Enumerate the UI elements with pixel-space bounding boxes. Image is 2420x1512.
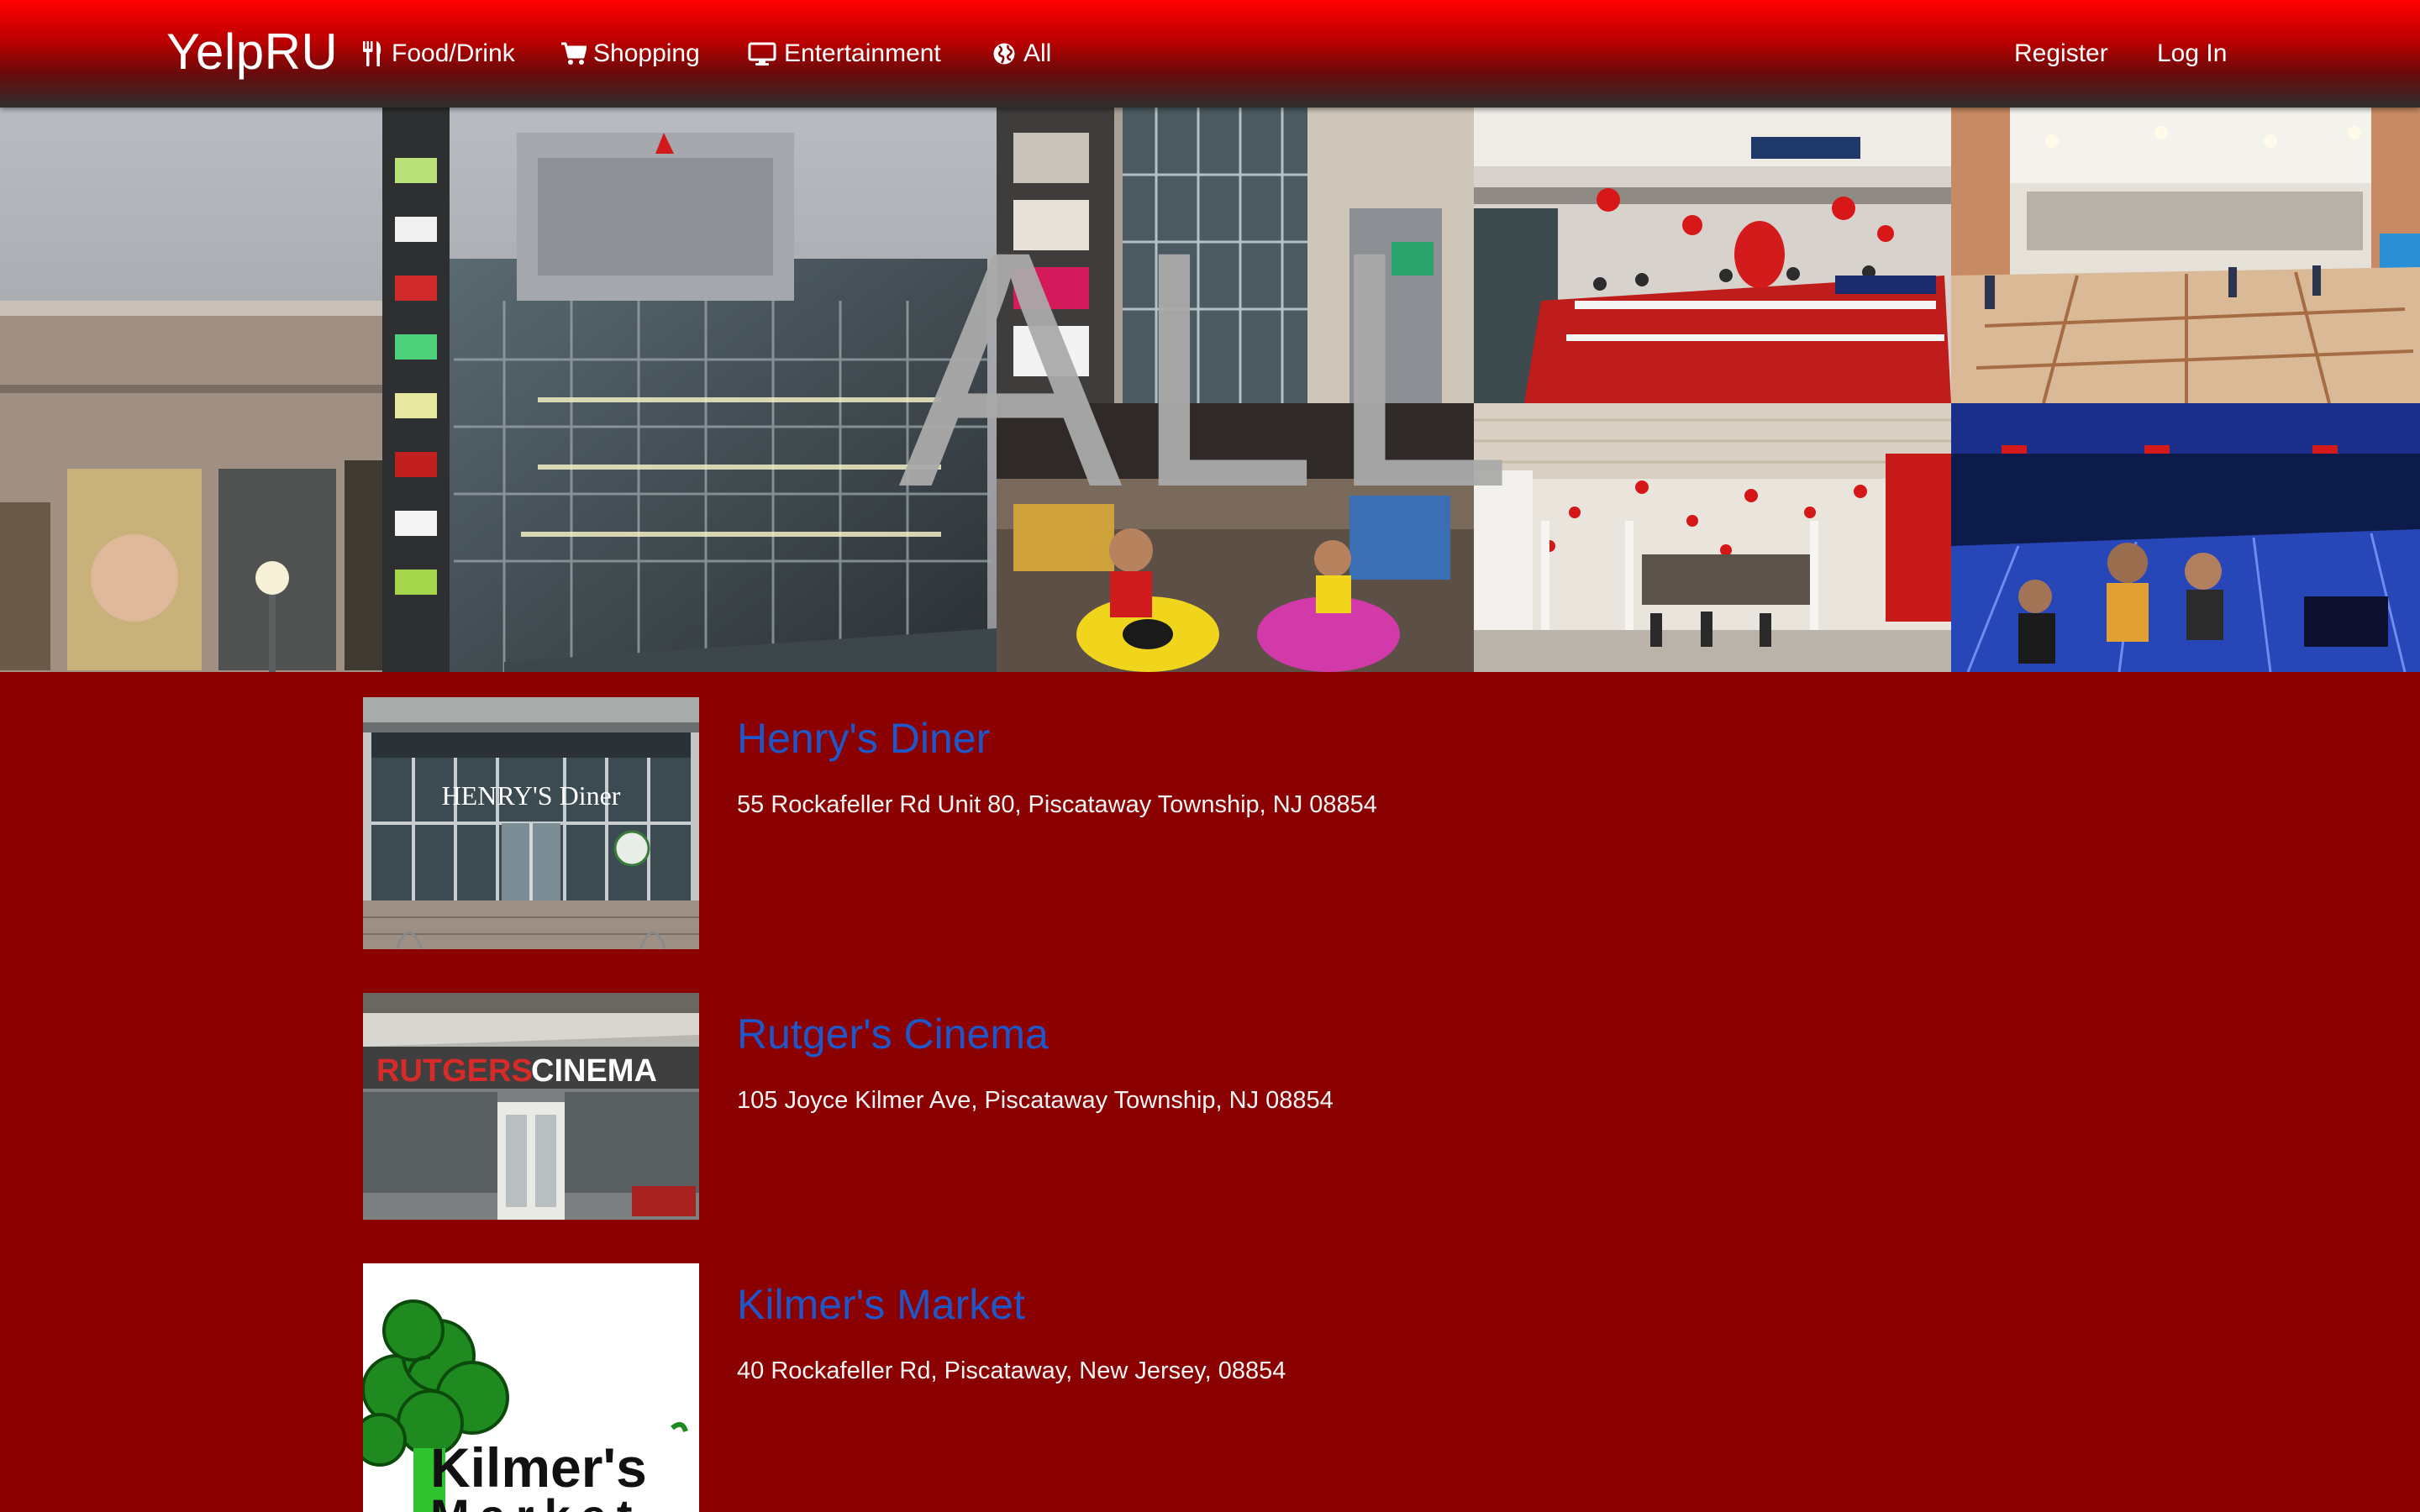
nav-entertainment-label: Entertainment (784, 39, 941, 67)
rutgers-cinema-photo[interactable]: RUTGERS CINEMA (363, 993, 699, 1220)
mall-event-image (1474, 108, 1951, 403)
listing-rutgers-cinema: RUTGERS CINEMA Rutger's Cinema 105 Joyce… (363, 993, 2044, 1220)
henrys-sign-text: HENRY'S Diner (442, 780, 621, 811)
nav-all-label: All (1023, 39, 1052, 67)
mall-hall-image (1474, 403, 1951, 672)
cutlery-icon (360, 41, 385, 66)
listing-henrys-diner: HENRY'S Diner Henry's Diner 55 Rockafell… (363, 697, 2044, 949)
shopping-cart-icon (561, 41, 587, 66)
nav-shopping-label: Shopping (593, 39, 700, 67)
register-link[interactable]: Register (2014, 37, 2108, 71)
nav-entertainment[interactable]: Entertainment (747, 37, 941, 71)
rutgers-sign-red: RUTGERS (376, 1053, 533, 1089)
login-link[interactable]: Log In (2157, 37, 2227, 71)
bowling-alley-image (1951, 403, 2420, 672)
hero-banner (0, 108, 2420, 672)
nav-food-drink[interactable]: Food/Drink (360, 37, 515, 71)
kilmers-market-address: 40 Rockafeller Rd, Piscataway, New Jerse… (737, 1357, 1286, 1384)
kilmers-logo-text-2: Market (430, 1489, 643, 1512)
nav-all[interactable]: All (992, 37, 1051, 71)
top-navbar: YelpRU Food/Drink Shopping Entertainment… (0, 0, 2420, 108)
nav-shopping[interactable]: Shopping (561, 37, 700, 71)
listing-kilmers-market: Kilmer's Market Kilmer's Market 40 Rocka… (363, 1263, 2044, 1512)
brand-logo[interactable]: YelpRU (166, 22, 338, 82)
kilmers-market-logo[interactable]: Kilmer's Market (363, 1263, 699, 1512)
rutgers-cinema-link[interactable]: Rutger's Cinema (737, 1010, 1049, 1058)
globe-icon (992, 41, 1017, 66)
register-label: Register (2014, 39, 2108, 67)
mall-floor-image (1951, 108, 2420, 403)
login-label: Log In (2157, 39, 2228, 67)
henrys-diner-photo[interactable]: HENRY'S Diner (363, 697, 699, 949)
rutgers-sign-white: CINEMA (531, 1053, 657, 1089)
mall-exterior-image (0, 108, 997, 672)
mall-atrium-image (997, 108, 1474, 403)
monitor-icon (747, 41, 777, 66)
henrys-diner-address: 55 Rockafeller Rd Unit 80, Piscataway To… (737, 791, 1377, 818)
nav-food-drink-label: Food/Drink (392, 39, 515, 67)
kilmers-market-link[interactable]: Kilmer's Market (737, 1280, 1025, 1329)
henrys-diner-link[interactable]: Henry's Diner (737, 714, 990, 763)
rutgers-cinema-address: 105 Joyce Kilmer Ave, Piscataway Townshi… (737, 1087, 1334, 1114)
kids-play-area-image (997, 403, 1474, 672)
